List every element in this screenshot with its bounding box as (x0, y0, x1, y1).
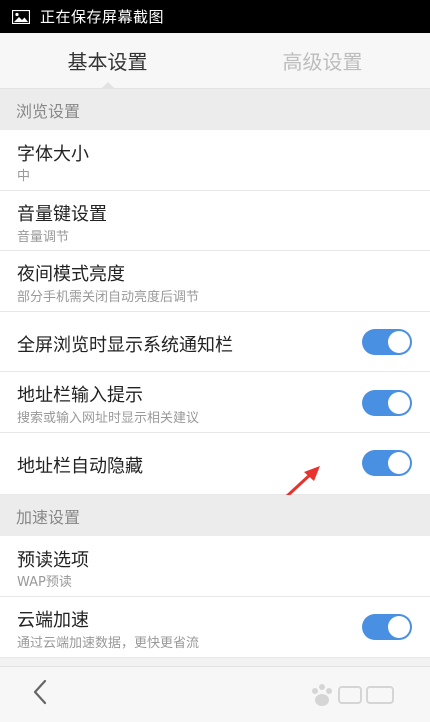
setting-preload[interactable]: 预读选项 WAP预读 (0, 536, 430, 597)
setting-title: 夜间模式亮度 (17, 264, 125, 285)
tab-label: 高级设置 (282, 50, 363, 74)
setting-volume-key[interactable]: 音量键设置 音量调节 (0, 191, 430, 251)
tab-advanced-settings[interactable]: 高级设置 (215, 33, 430, 88)
tab-bar: 基本设置 高级设置 (0, 33, 430, 89)
address-bar-hint-toggle[interactable] (362, 390, 412, 416)
setting-cloud-acceleration[interactable]: 云端加速 通过云端加速数据，更快更省流 (0, 597, 430, 658)
baidu-jingyan-watermark-icon (305, 681, 400, 709)
status-bar: 正在保存屏幕截图 (0, 0, 430, 33)
setting-title: 音量键设置 (17, 204, 107, 225)
section-title: 浏览设置 (16, 101, 81, 121)
setting-title: 云端加速 (17, 610, 89, 631)
setting-subtitle: 中 (17, 169, 31, 184)
setting-title: 全屏浏览时显示系统通知栏 (17, 335, 233, 356)
tab-label: 基本设置 (67, 50, 148, 74)
section-title: 加速设置 (16, 507, 81, 527)
chevron-left-icon (31, 679, 49, 709)
setting-subtitle: 搜索或输入网址时显示相关建议 (17, 411, 200, 426)
bottom-bar (0, 666, 430, 722)
picture-icon (12, 9, 30, 24)
cloud-acceleration-toggle[interactable] (362, 614, 412, 640)
setting-title: 预读选项 (17, 550, 89, 571)
back-button[interactable] (26, 679, 54, 709)
setting-address-bar-hint[interactable]: 地址栏输入提示 搜索或输入网址时显示相关建议 (0, 372, 430, 433)
toggle-knob (388, 331, 410, 353)
toggle-knob (388, 452, 410, 474)
fullscreen-notification-toggle[interactable] (362, 329, 412, 355)
address-bar-autohide-toggle[interactable] (362, 450, 412, 476)
setting-font-size[interactable]: 字体大小 中 (0, 130, 430, 191)
setting-subtitle: WAP预读 (17, 575, 72, 590)
toggle-knob (388, 616, 410, 638)
toggle-knob (388, 392, 410, 414)
status-text: 正在保存屏幕截图 (40, 8, 165, 26)
setting-title: 地址栏自动隐藏 (17, 456, 143, 477)
setting-fullscreen-notification[interactable]: 全屏浏览时显示系统通知栏 (0, 312, 430, 372)
setting-night-brightness[interactable]: 夜间模式亮度 部分手机需关闭自动亮度后调节 (0, 251, 430, 312)
setting-subtitle: 部分手机需关闭自动亮度后调节 (17, 290, 200, 305)
setting-subtitle: 通过云端加速数据，更快更省流 (17, 636, 200, 651)
section-header-browse: 浏览设置 (0, 89, 430, 130)
section-header-acceleration: 加速设置 (0, 495, 430, 536)
setting-subtitle: 音量调节 (17, 230, 70, 245)
setting-address-bar-autohide[interactable]: 地址栏自动隐藏 (0, 433, 430, 495)
setting-title: 地址栏输入提示 (17, 385, 143, 406)
tab-basic-settings[interactable]: 基本设置 (0, 33, 215, 89)
setting-title: 字体大小 (17, 144, 89, 165)
